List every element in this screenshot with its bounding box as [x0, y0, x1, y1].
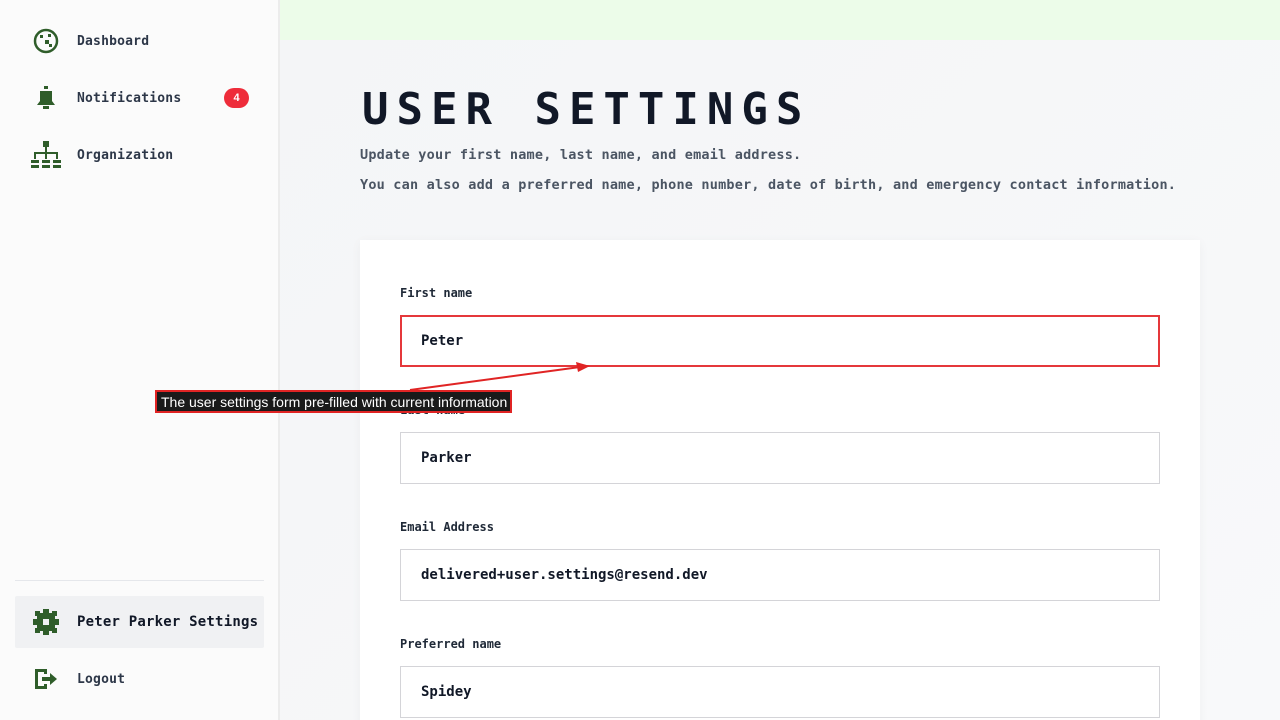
sidebar-item-dashboard[interactable]: Dashboard: [15, 15, 264, 67]
sidebar-item-organization[interactable]: Organization: [15, 129, 264, 181]
org-chart-icon: [30, 139, 62, 171]
sidebar-item-logout[interactable]: Logout: [15, 653, 264, 705]
bell-icon: [30, 82, 62, 114]
preferred-name-input[interactable]: Spidey: [400, 666, 1160, 718]
logout-icon: [30, 663, 62, 695]
notification-count-badge: 4: [224, 88, 249, 108]
email-input[interactable]: delivered+user.settings@resend.dev: [400, 549, 1160, 601]
sidebar-divider: [15, 580, 264, 581]
email-label: Email Address: [400, 520, 494, 534]
page-subtitle: Update your first name, last name, and e…: [360, 147, 802, 163]
top-banner: [280, 0, 1280, 40]
sidebar-item-notifications[interactable]: Notifications 4: [15, 72, 264, 124]
gear-icon: [30, 606, 62, 638]
page-title: USER SETTINGS: [362, 84, 811, 135]
sidebar-item-label: Notifications: [77, 90, 182, 106]
sidebar: Dashboard Notifications 4 Organization P…: [0, 0, 280, 720]
sidebar-item-label: Dashboard: [77, 33, 150, 49]
first-name-label: First name: [400, 286, 473, 300]
preferred-name-label: Preferred name: [400, 637, 502, 651]
last-name-input[interactable]: Parker: [400, 432, 1160, 484]
first-name-input[interactable]: Peter: [400, 315, 1160, 367]
annotation-label: The user settings form pre-filled with c…: [155, 390, 512, 413]
sidebar-item-label: Organization: [77, 147, 174, 163]
sidebar-item-settings[interactable]: Peter Parker Settings: [15, 596, 264, 648]
sidebar-item-label: Peter Parker Settings: [77, 614, 259, 630]
sidebar-item-label: Logout: [77, 671, 126, 687]
page-subtitle: You can also add a preferred name, phone…: [360, 177, 1177, 193]
dashboard-icon: [30, 25, 62, 57]
